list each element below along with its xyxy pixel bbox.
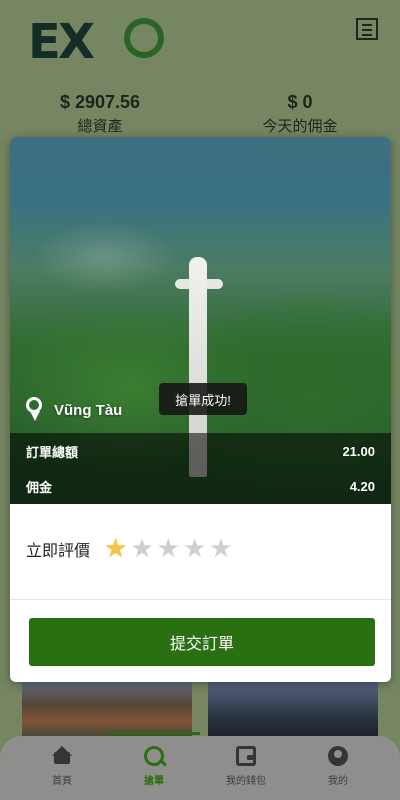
nav-item-profile[interactable]: 我的 xyxy=(288,746,388,787)
location-pin-icon xyxy=(24,397,44,423)
rating-label: 立即評價 xyxy=(26,543,91,560)
order-amounts-panel: 訂單總額 21.00 佣金 4.20 xyxy=(10,433,391,504)
order-total-row: 訂單總額 21.00 xyxy=(26,439,375,463)
nav-item-wallet[interactable]: 我的錢包 xyxy=(196,746,296,787)
grab-order-icon xyxy=(144,746,164,766)
nav-label-home: 首頁 xyxy=(52,776,72,787)
nav-label-grab-order: 搶單 xyxy=(144,776,164,787)
submit-order-button[interactable]: 提交訂單 xyxy=(29,618,375,666)
order-total-label: 訂單總額 xyxy=(26,444,79,460)
success-toast: 搶單成功! xyxy=(159,383,247,415)
star-rating[interactable]: ★ ★ ★ ★ ★ xyxy=(104,536,233,562)
order-total-value: 21.00 xyxy=(342,443,375,459)
star-icon[interactable]: ★ xyxy=(209,536,232,562)
home-icon xyxy=(52,746,72,766)
commission-value: 4.20 xyxy=(349,478,375,494)
divider xyxy=(10,599,391,600)
bottom-navigation: 首頁 搶單 我的錢包 我的 xyxy=(0,736,400,800)
commission-label: 佣金 xyxy=(26,479,53,495)
destination-image: Vũng Tàu 搶單成功! 訂單總額 21.00 佣金 4.20 xyxy=(10,137,391,504)
star-icon[interactable]: ★ xyxy=(104,536,127,562)
location-name: Vũng Tàu xyxy=(54,401,123,419)
nav-item-grab-order[interactable]: 搶單 xyxy=(104,746,204,787)
nav-label-wallet: 我的錢包 xyxy=(226,776,266,787)
nav-label-profile: 我的 xyxy=(328,776,348,787)
nav-item-home[interactable]: 首頁 xyxy=(12,746,112,787)
star-icon[interactable]: ★ xyxy=(183,536,206,562)
rating-row: 立即評價 ★ ★ ★ ★ ★ xyxy=(26,534,233,564)
star-icon[interactable]: ★ xyxy=(157,536,180,562)
wallet-icon xyxy=(236,746,256,766)
commission-row: 佣金 4.20 xyxy=(26,474,375,498)
order-modal: Vũng Tàu 搶單成功! 訂單總額 21.00 佣金 4.20 立即評價 ★… xyxy=(10,137,391,682)
user-icon xyxy=(328,746,348,766)
location-row: Vũng Tàu xyxy=(24,395,122,425)
star-icon[interactable]: ★ xyxy=(130,536,153,562)
